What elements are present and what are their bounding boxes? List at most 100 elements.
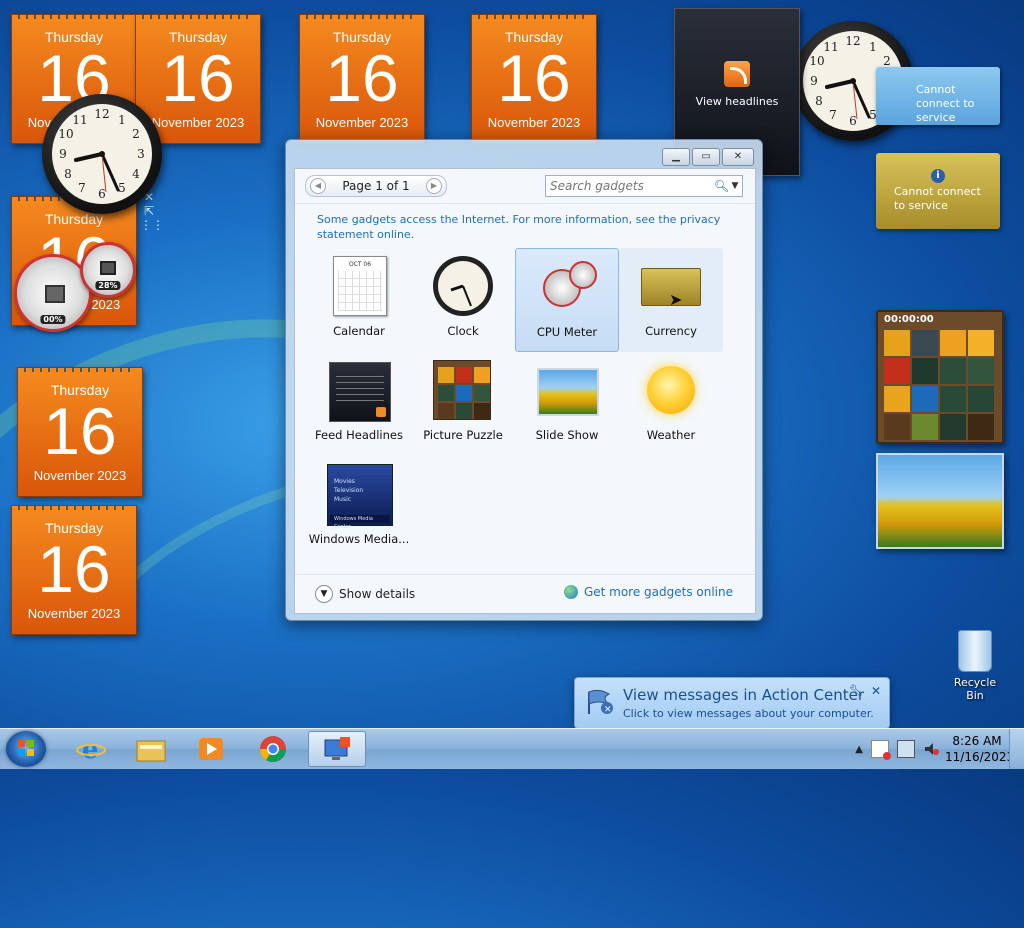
calendar-date: 16 xyxy=(325,41,399,115)
calendar-rings xyxy=(18,15,130,19)
cpu-usage-label: 00% xyxy=(40,315,66,324)
memory-usage-label: 28% xyxy=(95,281,121,290)
show-hidden-icons-button[interactable]: ▲ xyxy=(855,744,863,755)
svg-text:8: 8 xyxy=(815,94,823,108)
svg-text:4: 4 xyxy=(132,167,140,181)
calendar-gadget[interactable]: Thursday 16 November 2023 xyxy=(471,14,597,144)
drag-handle-icon[interactable]: ⋮⋮ xyxy=(140,218,164,232)
svg-text:1: 1 xyxy=(869,40,877,54)
next-page-button[interactable]: ▶ xyxy=(426,178,442,194)
gadget-grid: OCT 06 Calendar Clock CPU Meter ➤ Curren… xyxy=(295,248,755,560)
gadget-item-clock[interactable]: Clock xyxy=(411,248,515,352)
currency-gadget[interactable]: Cannot connect to service xyxy=(876,67,1000,125)
clock-gadget[interactable]: 12 12 3 4567 8 9 1011 xyxy=(42,94,162,214)
gallery-footer: ▼ Show details Get more gadgets online xyxy=(295,574,755,613)
gadget-label: Currency xyxy=(645,324,697,338)
clock-time: 8:26 AM xyxy=(952,734,1002,748)
view-headlines-link[interactable]: View headlines xyxy=(675,95,799,108)
svg-text:9: 9 xyxy=(59,147,67,161)
maximize-button[interactable]: ▭ xyxy=(692,148,720,166)
calendar-rings xyxy=(142,15,254,19)
get-more-gadgets-link[interactable]: Get more gadgets online xyxy=(563,585,733,599)
page-navigator: ◀ Page 1 of 1 ▶ xyxy=(305,175,447,197)
calendar-date: 16 xyxy=(43,394,117,468)
gadget-item-currency[interactable]: ➤ Currency xyxy=(619,248,723,352)
show-details-toggle[interactable]: ▼ Show details xyxy=(315,585,415,603)
slide-show-gadget[interactable] xyxy=(876,453,1004,549)
calendar-rings xyxy=(306,15,418,19)
svg-text:11: 11 xyxy=(72,113,87,127)
start-button[interactable] xyxy=(6,731,46,767)
close-button[interactable]: ✕ xyxy=(722,148,754,166)
puzzle-icon xyxy=(431,358,495,422)
taskbar-internet-explorer[interactable]: e xyxy=(64,731,118,767)
taskbar-desktop-gadgets[interactable] xyxy=(308,731,366,767)
currency-gadget[interactable]: i Cannot connect to service xyxy=(876,153,1000,229)
calendar-month-year: November 2023 xyxy=(33,468,127,483)
taskbar-file-explorer[interactable] xyxy=(124,731,178,767)
search-input[interactable] xyxy=(546,178,714,194)
calendar-date: 16 xyxy=(37,532,111,606)
svg-text:6: 6 xyxy=(98,187,106,201)
rss-icon xyxy=(327,358,391,422)
action-center-tray-icon[interactable] xyxy=(871,740,891,760)
media-menu-television: Television xyxy=(334,487,364,494)
search-box[interactable]: 🔍︎ ▼ xyxy=(545,175,743,197)
system-tray: ▲ 8:26 AM 11/16/2023 xyxy=(855,729,1024,769)
cpu-chip-icon xyxy=(45,285,65,303)
slideshow-icon xyxy=(535,358,599,422)
gadget-item-weather[interactable]: Weather xyxy=(619,352,723,456)
svg-text:8: 8 xyxy=(64,167,72,181)
svg-text:12: 12 xyxy=(94,107,109,121)
info-icon: i xyxy=(931,169,945,183)
taskbar: e ▲ 8:26 AM 11/16/2023 xyxy=(0,728,1024,769)
search-icon[interactable]: 🔍︎ xyxy=(714,179,729,193)
svg-text:5: 5 xyxy=(118,181,126,195)
gadget-item-slide-show[interactable]: Slide Show xyxy=(515,352,619,456)
connection-error-text: Cannot connect to service xyxy=(916,83,975,124)
get-more-gadgets-label: Get more gadgets online xyxy=(583,585,733,599)
calendar-month-year: November 2023 xyxy=(315,115,409,130)
privacy-notice-link[interactable]: Some gadgets access the Internet. For mo… xyxy=(295,204,755,248)
clock-icon xyxy=(431,254,495,318)
svg-text:7: 7 xyxy=(78,181,86,195)
gadget-item-picture-puzzle[interactable]: Picture Puzzle xyxy=(411,352,515,456)
clock-face-icon: 12 12 3 4567 8 9 1011 xyxy=(52,104,152,204)
volume-muted-icon[interactable] xyxy=(923,741,939,757)
windows-logo-icon xyxy=(18,740,34,756)
close-icon[interactable]: ✕ xyxy=(871,684,881,698)
wrench-icon[interactable]: 🔧︎ xyxy=(849,684,863,697)
calendar-rings xyxy=(24,368,136,372)
action-center-notification[interactable]: ✕ View messages in Action Center Click t… xyxy=(574,677,890,729)
prev-page-button[interactable]: ◀ xyxy=(310,178,326,194)
gadget-item-windows-media-center[interactable]: Movies Television Music Windows Media Ce… xyxy=(307,456,411,560)
clock-date: 11/16/2023 xyxy=(945,750,1015,764)
gadget-item-feed-headlines[interactable]: Feed Headlines xyxy=(307,352,411,456)
svg-text:11: 11 xyxy=(823,40,838,54)
recycle-bin[interactable]: Recycle Bin xyxy=(944,630,1006,702)
chevron-down-icon[interactable]: ▼ xyxy=(728,181,742,191)
gadget-gallery-window[interactable]: ▁ ▭ ✕ ◀ Page 1 of 1 ▶ 🔍︎ ▼ Some gadgets … xyxy=(285,139,763,621)
taskbar-media-player[interactable] xyxy=(184,731,238,767)
gadget-label: Feed Headlines xyxy=(315,428,403,442)
network-icon[interactable] xyxy=(897,740,915,758)
show-desktop-button[interactable] xyxy=(1009,729,1024,769)
calendar-rings xyxy=(478,15,590,19)
page-indicator: Page 1 of 1 xyxy=(342,179,410,193)
svg-text:2: 2 xyxy=(883,54,891,68)
picture-puzzle-gadget[interactable]: 00:00:00 xyxy=(876,310,1004,444)
puzzle-grid[interactable] xyxy=(884,330,996,440)
calendar-gadget[interactable]: Thursday 16 November 2023 xyxy=(299,14,425,144)
calendar-thumb-month: OCT 06 xyxy=(348,261,372,268)
calendar-gadget[interactable]: Thursday 16 November 2023 xyxy=(11,505,137,635)
system-clock[interactable]: 8:26 AM 11/16/2023 xyxy=(945,733,1015,765)
gadget-item-calendar[interactable]: OCT 06 Calendar xyxy=(307,248,411,352)
taskbar-chrome[interactable] xyxy=(246,731,300,767)
memory-meter-gadget[interactable]: 28% xyxy=(80,242,136,298)
minimize-button[interactable]: ▁ xyxy=(662,148,690,166)
calendar-gadget[interactable]: Thursday 16 November 2023 xyxy=(17,367,143,497)
gadget-item-cpu-meter[interactable]: CPU Meter xyxy=(515,248,619,352)
calendar-icon: OCT 06 xyxy=(327,254,391,318)
svg-text:6: 6 xyxy=(849,114,857,128)
recycle-bin-label: Recycle Bin xyxy=(953,676,997,702)
